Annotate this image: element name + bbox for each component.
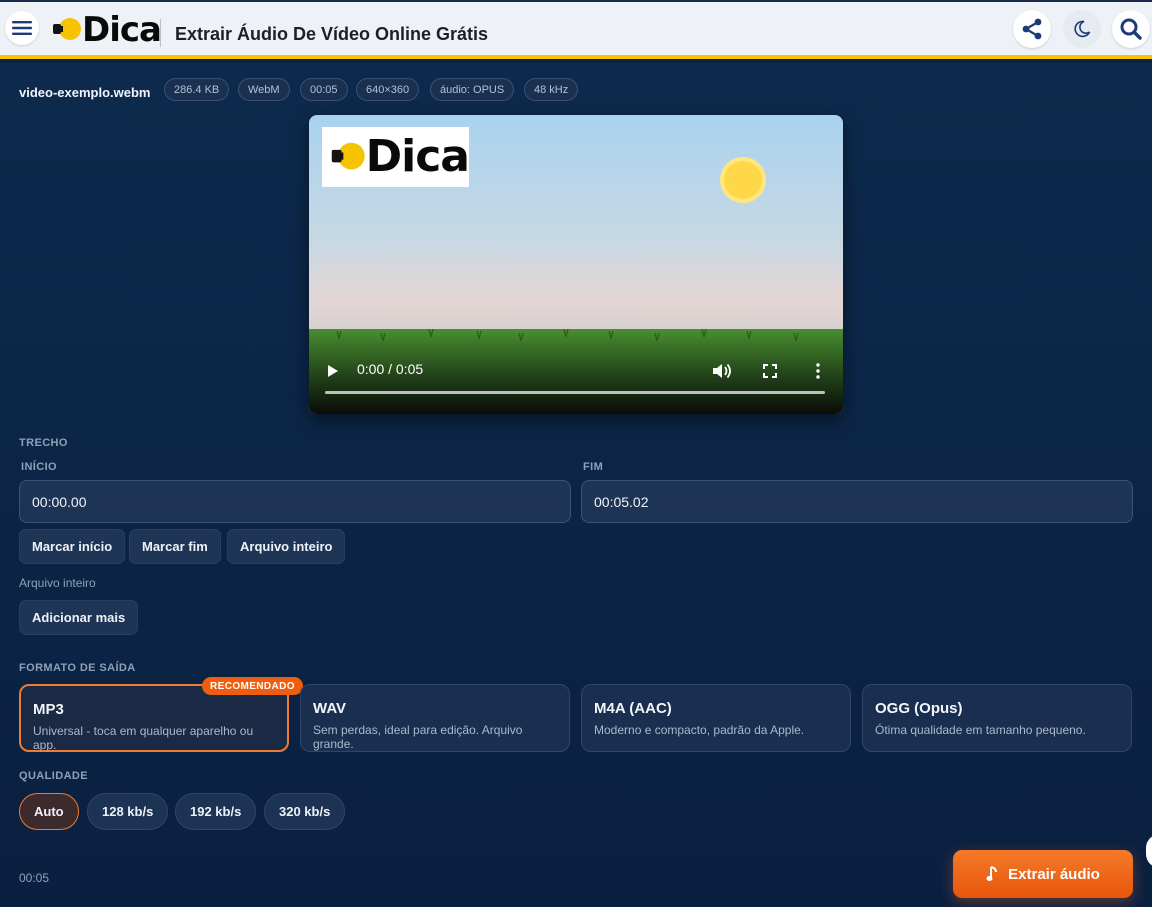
lightbulb-icon (331, 142, 365, 170)
logo-text: Dica (82, 10, 162, 50)
file-resolution-chip: 640×360 (356, 78, 420, 101)
volume-icon[interactable] (712, 363, 732, 379)
extract-audio-button[interactable]: Extrair áudio (953, 850, 1133, 898)
search-button[interactable] (1112, 10, 1150, 48)
end-label: FIM (583, 461, 604, 473)
quality-option-320[interactable]: 320 kb/s (264, 793, 346, 830)
whole-file-button[interactable]: Arquivo inteiro (227, 529, 346, 564)
moon-icon (1074, 20, 1091, 38)
format-option-mp3[interactable]: RECOMENDADO MP3 Universal - toca em qual… (19, 677, 303, 752)
floating-edge-button[interactable] (1146, 834, 1152, 868)
grass-blades (336, 328, 799, 342)
sample-rate-chip: 48 kHz (524, 78, 579, 101)
mark-end-button[interactable]: Marcar fim (129, 529, 221, 564)
more-options-icon[interactable] (815, 363, 821, 379)
trecho-section-label: TRECHO (19, 437, 68, 449)
lightbulb-icon (53, 18, 81, 40)
quality-option-192[interactable]: 192 kb/s (175, 793, 257, 830)
format-option-m4a[interactable]: M4A (AAC) Moderno e compacto, padrão da … (581, 684, 851, 752)
file-duration-chip: 00:05 (300, 78, 348, 101)
main-content: video-exemplo.webm 286.4 KB WebM 00:05 6… (0, 63, 1152, 907)
range-note: Arquivo inteiro (19, 576, 96, 590)
file-format-chip: WebM (238, 78, 290, 101)
share-button[interactable] (1013, 10, 1051, 48)
header-divider (160, 19, 161, 47)
share-icon (1022, 18, 1042, 40)
format-description: Ótima qualidade em tamanho pequeno. (875, 723, 1086, 737)
recommended-badge: RECOMENDADO (202, 677, 303, 695)
quality-option-128[interactable]: 128 kb/s (87, 793, 169, 830)
file-name: video-exemplo.webm (19, 85, 151, 100)
play-icon[interactable] (327, 364, 339, 378)
search-icon (1120, 18, 1142, 40)
menu-button[interactable] (5, 11, 39, 45)
start-label: INÍCIO (21, 461, 58, 473)
video-time: 0:00 / 0:05 (357, 361, 424, 377)
video-progress-bar[interactable] (325, 391, 825, 394)
format-description: Universal - toca em qualquer aparelho ou… (33, 724, 254, 752)
music-note-icon (986, 866, 998, 881)
add-more-button[interactable]: Adicionar mais (19, 600, 139, 635)
format-title: MP3 (33, 701, 64, 718)
footer-duration: 00:05 (19, 871, 50, 885)
format-description: Moderno e compacto, padrão da Apple. (594, 723, 805, 737)
quality-section-label: QUALIDADE (19, 770, 88, 782)
format-option-wav[interactable]: WAV Sem perdas, ideal para edição. Arqui… (300, 684, 570, 752)
site-logo[interactable]: Dica (52, 10, 162, 50)
theme-toggle-button[interactable] (1063, 10, 1101, 48)
fullscreen-icon[interactable] (763, 364, 777, 378)
end-time-input[interactable] (581, 480, 1133, 523)
format-option-ogg[interactable]: OGG (Opus) Ótima qualidade em tamanho pe… (862, 684, 1132, 752)
format-title: OGG (Opus) (875, 700, 963, 717)
quality-option-auto[interactable]: Auto (19, 793, 79, 830)
file-size-chip: 286.4 KB (164, 78, 230, 101)
menu-icon (12, 21, 32, 35)
format-section-label: FORMATO DE SAÍDA (19, 662, 136, 674)
format-title: WAV (313, 700, 347, 717)
format-description: Sem perdas, ideal para edição. Arquivo g… (313, 723, 523, 751)
audio-codec-chip: áudio: OPUS (430, 78, 515, 101)
app-header: Dica Extrair Áudio De Vídeo Online Gráti… (0, 2, 1152, 59)
page-title: Extrair Áudio De Vídeo Online Grátis (175, 24, 489, 44)
format-title: M4A (AAC) (594, 700, 672, 717)
start-time-input[interactable] (19, 480, 571, 523)
video-logo-text: Dica (365, 131, 470, 182)
video-logo: Dica (322, 127, 470, 187)
video-player[interactable]: Dica 0:00 / 0:05 (309, 115, 843, 414)
extract-audio-label: Extrair áudio (1008, 865, 1100, 883)
sun-graphic (720, 157, 766, 203)
mark-start-button[interactable]: Marcar início (19, 529, 126, 564)
